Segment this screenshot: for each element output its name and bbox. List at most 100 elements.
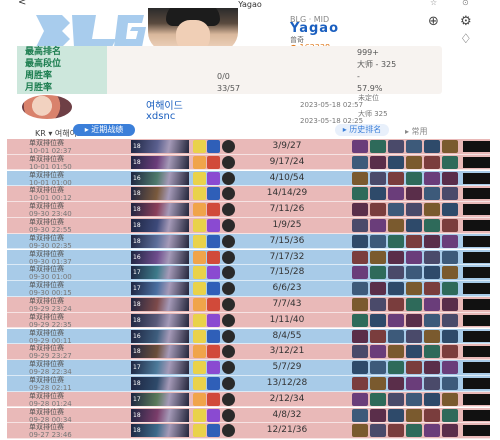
item-icon: [370, 282, 386, 296]
bell-icon[interactable]: ♢: [460, 32, 472, 47]
tab-history[interactable]: ▸ 历史排名: [335, 124, 389, 136]
summoner-spell-icon: [207, 282, 220, 296]
stat-row: 周胜率 0/0 -: [17, 70, 442, 82]
match-row[interactable]: 单双排位赛 09-29 23:27 18 3/12/21: [7, 344, 490, 360]
rune-icon: [222, 392, 235, 406]
summoner-spell-icon: [207, 392, 220, 406]
match-row[interactable]: 单双排位赛 10-01 00:12 18 14/14/29: [7, 186, 490, 202]
item-icon: [370, 171, 386, 185]
match-mode: 单双排位赛: [29, 312, 64, 321]
match-row[interactable]: 单双排位赛 09-28 00:34 18 4/8/32: [7, 407, 490, 424]
champion-level: 18: [133, 190, 141, 198]
summoner-spell-icon: [207, 345, 220, 359]
rune-icon: [222, 424, 235, 438]
match-mode: 单双排位赛: [29, 186, 64, 195]
rune-icon: [222, 377, 235, 390]
item-icon: [406, 361, 422, 375]
account-name-secondary[interactable]: xdsnc: [146, 111, 175, 122]
item-icon: [352, 250, 368, 264]
item-icon: [424, 219, 440, 232]
champion-level: 18: [133, 427, 141, 435]
champion-portrait: 18: [131, 219, 189, 232]
match-row[interactable]: 单双排位赛 09-30 01:37 16 7/17/32: [7, 249, 490, 266]
item-icon: [388, 140, 404, 153]
match-row[interactable]: 单双排位赛 09-29 23:24 18 7/7/43: [7, 297, 490, 313]
match-mode: 单双排位赛: [29, 202, 64, 211]
champion-level: 18: [133, 143, 141, 150]
top-bar: < Yagao ☆ ⊙: [0, 0, 500, 9]
match-row[interactable]: 单双排位赛 09-28 22:34 17 5/7/29: [7, 360, 490, 376]
team-logo: [36, 15, 146, 47]
champion-level: 18: [133, 301, 141, 308]
match-row[interactable]: 单双排位赛 09-27 23:46 18 12/21/36: [7, 423, 490, 439]
match-row[interactable]: 单双排位赛 09-30 23:40 18 7/11/26: [7, 202, 490, 218]
item-slot-empty: [463, 141, 490, 152]
summoner-spell-icon: [193, 234, 206, 248]
item-icon: [406, 377, 422, 390]
match-kda: 7/17/32: [269, 251, 305, 262]
match-mode: 单双排位赛: [29, 297, 64, 305]
item-icon: [388, 392, 404, 406]
item-icon: [352, 408, 368, 422]
match-kda: 4/10/54: [269, 172, 305, 183]
item-icon: [388, 234, 404, 248]
match-mode: 单双排位赛: [29, 328, 64, 337]
match-row[interactable]: 单双排位赛 09-30 22:55 18 1/9/25: [7, 218, 490, 234]
item-slot-empty: [463, 378, 490, 389]
item-icon: [424, 250, 440, 264]
match-mode: 单双排位赛: [29, 233, 64, 242]
back-icon[interactable]: <: [18, 0, 26, 8]
item-icon: [424, 424, 440, 438]
item-icon: [424, 234, 440, 248]
share-icon[interactable]: ⊕: [428, 14, 439, 29]
champion-portrait: 18: [131, 408, 189, 422]
match-mode: 单双排位赛: [29, 376, 64, 384]
item-icon: [442, 250, 458, 264]
item-icon: [352, 187, 368, 201]
champion-portrait: 18: [131, 187, 189, 201]
match-row[interactable]: 单双排位赛 09-30 02:35 18 7/15/36: [7, 233, 490, 250]
account-name-primary[interactable]: 여해이드: [146, 97, 183, 112]
champion-portrait: 16: [131, 250, 189, 264]
item-icon: [370, 155, 386, 169]
account-section[interactable]: 여해이드 xdsnc 未定位 2023-05-18 02:57 大师 325 2…: [0, 94, 500, 125]
match-kda: 2/12/34: [269, 393, 305, 404]
match-row[interactable]: 单双排位赛 10-01 01:00 16 4/10/54: [7, 170, 490, 187]
item-slot-empty: [463, 172, 490, 184]
item-slot-empty: [463, 267, 490, 279]
champion-portrait: 18: [131, 234, 189, 248]
match-row[interactable]: 单双排位赛 09-29 22:35 18 1/11/40: [7, 312, 490, 329]
match-row[interactable]: 单双排位赛 10-01 01:50 18 9/17/24: [7, 154, 490, 171]
match-mode: 单双排位赛: [29, 170, 64, 179]
match-row[interactable]: 单双排位赛 10-01 02:37 18 3/9/27: [7, 139, 490, 155]
item-icon: [442, 203, 458, 217]
summoner-spell-icon: [207, 187, 220, 201]
summoner-spell-icon: [193, 250, 206, 264]
tab-recent[interactable]: ▸ 近期战绩: [73, 124, 135, 136]
summoner-spell-icon: [193, 298, 206, 311]
item-slot-empty: [463, 220, 490, 231]
tab-extra[interactable]: ▸ 常用: [405, 126, 428, 137]
match-row[interactable]: 单双排位赛 09-30 01:00 17 7/15/28: [7, 265, 490, 281]
match-row[interactable]: 单双排位赛 09-29 00:11 16 8/4/55: [7, 328, 490, 345]
player-header: BLG · MID Yagao 曾奇 ● 162338 ⊕ ⚙ ♢: [0, 8, 500, 52]
item-icon: [352, 266, 368, 280]
match-kda: 5/7/29: [272, 362, 302, 373]
settings-icon[interactable]: ⚙: [460, 14, 472, 29]
item-icon: [424, 298, 440, 311]
item-icon: [388, 345, 404, 359]
item-icon: [406, 313, 422, 327]
item-icon: [388, 203, 404, 217]
item-icon: [424, 313, 440, 327]
item-icon: [370, 392, 386, 406]
more-icon[interactable]: ⊙: [462, 0, 469, 7]
star-icon[interactable]: ☆: [430, 0, 437, 7]
champion-level: 16: [133, 253, 141, 261]
match-mode: 单双排位赛: [29, 423, 64, 432]
rune-icon: [222, 408, 235, 422]
item-icon: [442, 298, 458, 311]
rune-icon: [222, 234, 235, 248]
match-row[interactable]: 单双排位赛 09-28 01:24 17 2/12/34: [7, 391, 490, 408]
match-row[interactable]: 单双排位赛 09-28 02:11 18 13/12/28: [7, 376, 490, 392]
match-row[interactable]: 单双排位赛 09-30 00:15 17 6/6/23: [7, 281, 490, 297]
